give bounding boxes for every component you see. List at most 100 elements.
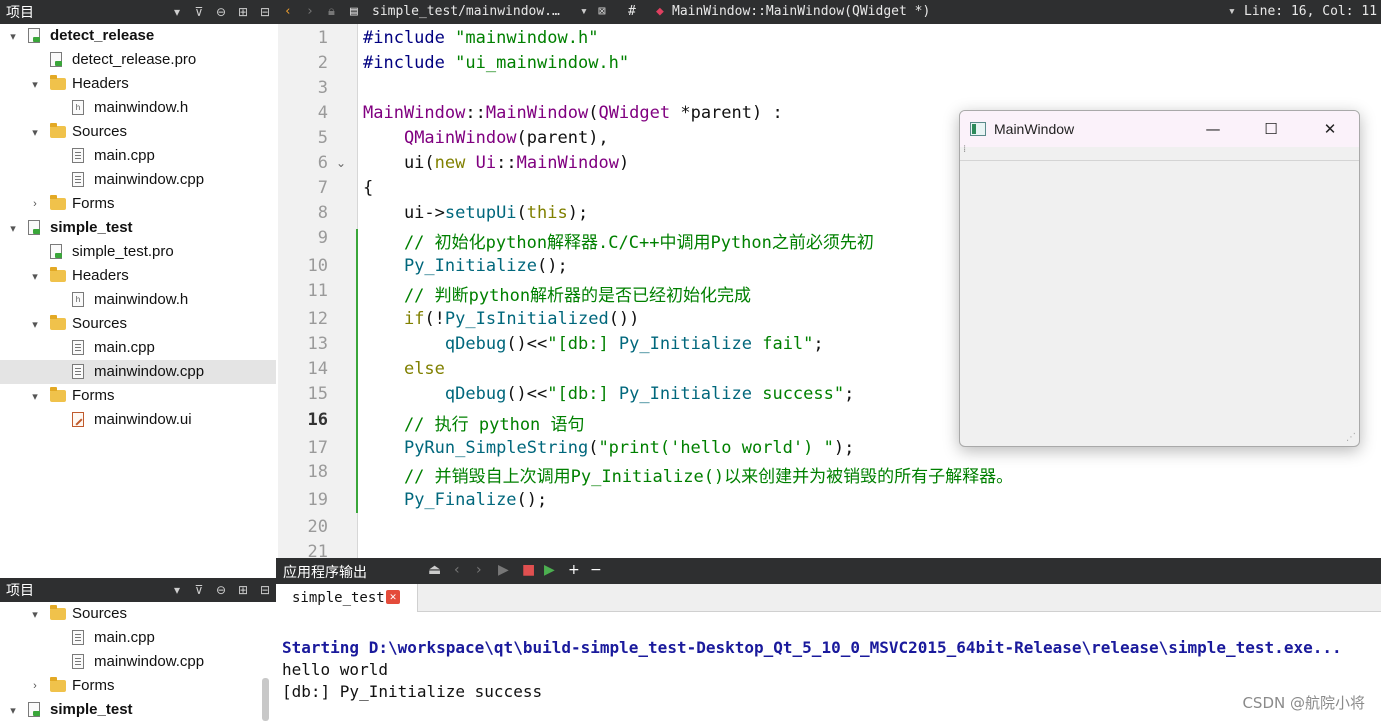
tree-item[interactable]: ▾ simple_test (0, 216, 276, 240)
code-line[interactable]: qDebug()<<"[db:] Py_Initialize fail"; (363, 334, 824, 354)
tree-item[interactable]: main.cpp (0, 626, 276, 650)
code-line[interactable]: { (363, 178, 373, 198)
chevron-right-icon[interactable]: › (28, 197, 42, 211)
tree-item[interactable]: simple_test.pro (0, 240, 276, 264)
cursor-position[interactable]: Line: 16, Col: 11 (1244, 4, 1377, 19)
code-line[interactable]: #include "mainwindow.h" (363, 28, 598, 48)
menubar[interactable] (960, 144, 1359, 161)
code-line[interactable]: ui->setupUi(this); (363, 203, 588, 223)
prev-icon[interactable]: ‹ (454, 562, 460, 578)
close-tab-icon[interactable]: ✕ (386, 590, 400, 604)
code-line[interactable]: Py_Finalize(); (363, 490, 547, 510)
code-line[interactable]: // 判断python解析器的是否已经初始化完成 (363, 281, 751, 306)
fold-icon[interactable]: ⌄ (336, 156, 346, 170)
code-line[interactable]: if(!Py_IsInitialized()) (363, 309, 639, 329)
code-line[interactable]: else (363, 359, 445, 379)
chevron-down-icon[interactable]: ▾ (28, 125, 42, 139)
tree-item[interactable]: ▾ Sources (0, 602, 276, 626)
link-icon[interactable]: ⊖ (210, 578, 232, 602)
resize-grip-icon[interactable]: ⋰ (1346, 432, 1356, 443)
maximize-button[interactable]: ☐ (1242, 111, 1300, 147)
tree-item-label: simple_test (50, 219, 133, 236)
file-dropdown-icon[interactable]: ▾ (580, 4, 588, 19)
mainwindow-titlebar[interactable]: MainWindow — ☐ ✕ (960, 111, 1359, 147)
run-icon[interactable]: ▶ (498, 562, 509, 578)
close-button[interactable]: ✕ (1301, 111, 1359, 147)
tree-item[interactable]: ▾ Forms (0, 384, 276, 408)
file-path[interactable]: simple_test/mainwindow.… (372, 4, 560, 19)
scrollbar[interactable] (262, 678, 269, 721)
split-icon[interactable]: ⊞ (232, 578, 254, 602)
chevron-down-icon[interactable]: ▾ (28, 269, 42, 283)
tree-item[interactable]: detect_release.pro (0, 48, 276, 72)
minimize-button[interactable]: — (1184, 111, 1242, 147)
tree-item[interactable]: ▾ Sources (0, 120, 276, 144)
run-debug-icon[interactable]: ▶ (544, 562, 555, 578)
tree-item-label: Forms (72, 677, 115, 694)
code-line[interactable]: // 执行 python 语句 (363, 410, 585, 435)
tree-item-label: mainwindow.h (94, 291, 189, 308)
code-line[interactable]: QMainWindow(parent), (363, 128, 609, 148)
tree-item-label: mainwindow.cpp (94, 653, 205, 670)
tree-item[interactable]: ▾ simple_test (0, 698, 276, 721)
code-line[interactable]: // 并销毁自上次调用Py_Initialize()以来创建并为被销毁的所有子解… (363, 462, 1013, 487)
code-line[interactable]: // 初始化python解释器.C/C++中调用Python之前必须先初 (363, 228, 874, 253)
symbol-dropdown-icon[interactable]: ▾ (1228, 4, 1236, 19)
tab-simple-test[interactable]: simple_test ✕ (276, 584, 418, 612)
chevron-down-icon[interactable]: ▾ (28, 607, 42, 621)
file-icon (72, 654, 84, 669)
attach-icon[interactable]: ⏏ (428, 562, 441, 578)
split-icon[interactable]: ⊞ (232, 0, 254, 24)
back-icon[interactable]: ‹ (284, 4, 292, 19)
forward-icon[interactable]: › (306, 4, 314, 19)
application-output[interactable]: Starting D:\workspace\qt\build-simple_te… (276, 612, 1381, 721)
add-icon[interactable]: + (568, 562, 580, 578)
output-line: hello world (282, 660, 388, 679)
code-line[interactable]: Py_Initialize(); (363, 256, 568, 276)
tree-item[interactable]: h mainwindow.h (0, 288, 276, 312)
chevron-right-icon[interactable]: › (28, 679, 42, 693)
link-icon[interactable]: ⊖ (210, 0, 232, 24)
mainwindow-app[interactable]: MainWindow — ☐ ✕ ⋰ (959, 110, 1360, 447)
line-number: 14 (307, 359, 328, 379)
tree-item[interactable]: › Forms (0, 192, 276, 216)
tree-item[interactable]: › Forms (0, 674, 276, 698)
tree-item[interactable]: ▾ Headers (0, 264, 276, 288)
dropdown-icon[interactable]: ▾ (166, 578, 188, 602)
watermark: CSDN @航院小将 (1242, 694, 1365, 712)
tree-item[interactable]: main.cpp (0, 336, 276, 360)
close-panel-icon[interactable]: ⊟ (254, 0, 276, 24)
chevron-down-icon[interactable]: ▾ (28, 389, 42, 403)
tree-item[interactable]: h mainwindow.h (0, 96, 276, 120)
filter-icon[interactable]: ⊽ (188, 578, 210, 602)
code-line[interactable]: MainWindow::MainWindow(QWidget *parent) … (363, 103, 783, 123)
chevron-down-icon[interactable]: ▾ (6, 221, 20, 235)
line-number: 5 (317, 128, 328, 148)
chevron-down-icon[interactable]: ▾ (28, 317, 42, 331)
code-line[interactable]: qDebug()<<"[db:] Py_Initialize success"; (363, 384, 854, 404)
close-panel-icon[interactable]: ⊟ (254, 578, 276, 602)
tree-item[interactable]: ▾ Sources (0, 312, 276, 336)
tree-item[interactable]: ▾ Headers (0, 72, 276, 96)
tree-item[interactable]: mainwindow.ui (0, 408, 276, 432)
tree-item[interactable]: mainwindow.cpp (0, 360, 276, 384)
tree-item[interactable]: mainwindow.cpp (0, 650, 276, 674)
tree-item[interactable]: main.cpp (0, 144, 276, 168)
stop-icon[interactable]: ■ (522, 562, 535, 578)
remove-icon[interactable]: − (590, 562, 602, 578)
code-line[interactable]: PyRun_SimpleString("print('hello world')… (363, 438, 854, 458)
symbol-hash[interactable]: # (628, 4, 636, 19)
filter-icon[interactable]: ⊽ (188, 0, 210, 24)
symbol-selector[interactable]: MainWindow::MainWindow(QWidget *) (672, 4, 930, 19)
code-line[interactable]: ui(new Ui::MainWindow) (363, 153, 629, 173)
code-line[interactable]: #include "ui_mainwindow.h" (363, 53, 629, 73)
chevron-down-icon[interactable]: ▾ (6, 703, 20, 717)
chevron-down-icon[interactable]: ▾ (28, 77, 42, 91)
chevron-down-icon[interactable]: ▾ (6, 29, 20, 43)
dropdown-icon[interactable]: ▾ (166, 0, 188, 24)
tree-item[interactable]: ▾ detect_release (0, 24, 276, 48)
tree-item[interactable]: mainwindow.cpp (0, 168, 276, 192)
close-file-icon[interactable]: ⊠ (598, 4, 606, 19)
file-icon (72, 148, 84, 163)
next-icon[interactable]: › (476, 562, 482, 578)
